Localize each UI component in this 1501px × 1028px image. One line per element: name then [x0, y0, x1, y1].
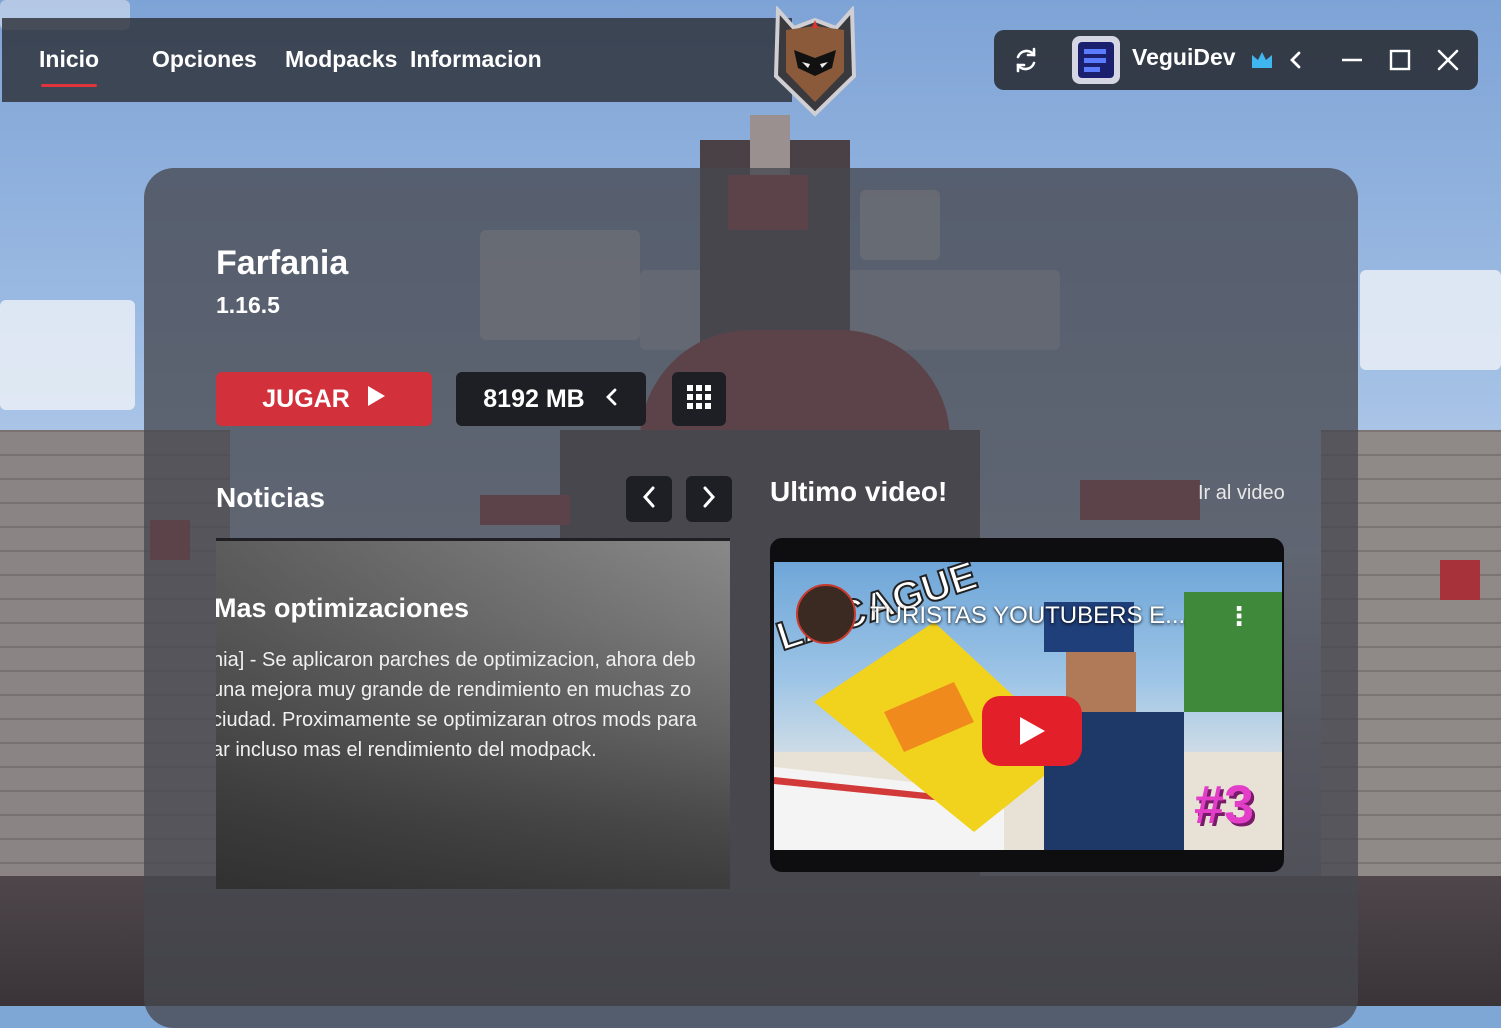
- minimize-icon[interactable]: [1336, 44, 1368, 76]
- more-options-icon[interactable]: ⋮: [1226, 602, 1252, 632]
- news-line: ciudad. Proximamente se optimizaran otro…: [216, 709, 697, 731]
- avatar[interactable]: [1072, 36, 1120, 84]
- maximize-icon[interactable]: [1384, 44, 1416, 76]
- chevron-left-icon: [605, 385, 619, 414]
- episode-badge: #3: [1194, 775, 1255, 835]
- go-to-video-link[interactable]: Ir al video: [1198, 482, 1285, 505]
- play-icon: [366, 385, 386, 414]
- news-body: nia] - Se aplicaron parches de optimizac…: [216, 645, 730, 765]
- news-line: una mejora muy grande de rendimiento en …: [216, 679, 692, 701]
- crown-icon: [1248, 46, 1276, 74]
- news-prev-button[interactable]: [626, 476, 672, 522]
- news-line: nia] - Se aplicaron parches de optimizac…: [216, 649, 696, 671]
- refresh-icon[interactable]: [1008, 42, 1044, 78]
- channel-avatar: [796, 584, 856, 644]
- video-section-title: Ultimo video!: [770, 476, 948, 507]
- username: VeguiDev: [1132, 44, 1236, 70]
- chevron-left-icon[interactable]: [1282, 44, 1310, 76]
- nav-modpacks[interactable]: Modpacks: [285, 46, 397, 73]
- video-embed[interactable]: LA CAGUE TURISTAS YOUTUBERS E... ⋮ #3: [770, 538, 1284, 872]
- modpack-version: 1.16.5: [216, 292, 280, 318]
- apps-grid-button[interactable]: [672, 372, 726, 426]
- nav-opciones[interactable]: Opciones: [152, 46, 257, 73]
- video-thumbnail: LA CAGUE TURISTAS YOUTUBERS E... ⋮ #3: [774, 562, 1282, 850]
- grid-icon: [686, 384, 712, 414]
- video-title: TURISTAS YOUTUBERS E...: [870, 602, 1186, 629]
- news-line: ar incluso mas el rendimiento del modpac…: [216, 739, 597, 761]
- news-card[interactable]: Mas optimizaciones nia] - Se aplicaron p…: [216, 538, 730, 889]
- chevron-left-icon: [641, 485, 657, 513]
- account-bar: VeguiDev: [994, 30, 1478, 90]
- news-next-button[interactable]: [686, 476, 732, 522]
- ram-value: 8192 MB: [483, 384, 585, 413]
- play-button-label: JUGAR: [262, 384, 350, 413]
- chevron-right-icon: [701, 485, 717, 513]
- news-title: Mas optimizaciones: [216, 593, 470, 623]
- play-button[interactable]: JUGAR: [216, 372, 432, 426]
- app-logo: [772, 4, 858, 118]
- nav-informacion[interactable]: Informacion: [410, 46, 542, 73]
- nav-inicio[interactable]: Inicio: [39, 46, 99, 87]
- close-icon[interactable]: [1432, 44, 1464, 76]
- youtube-play-button[interactable]: [982, 696, 1082, 766]
- modpack-title: Farfania: [216, 244, 349, 282]
- ram-selector[interactable]: 8192 MB: [456, 372, 646, 426]
- news-section-title: Noticias: [216, 482, 325, 513]
